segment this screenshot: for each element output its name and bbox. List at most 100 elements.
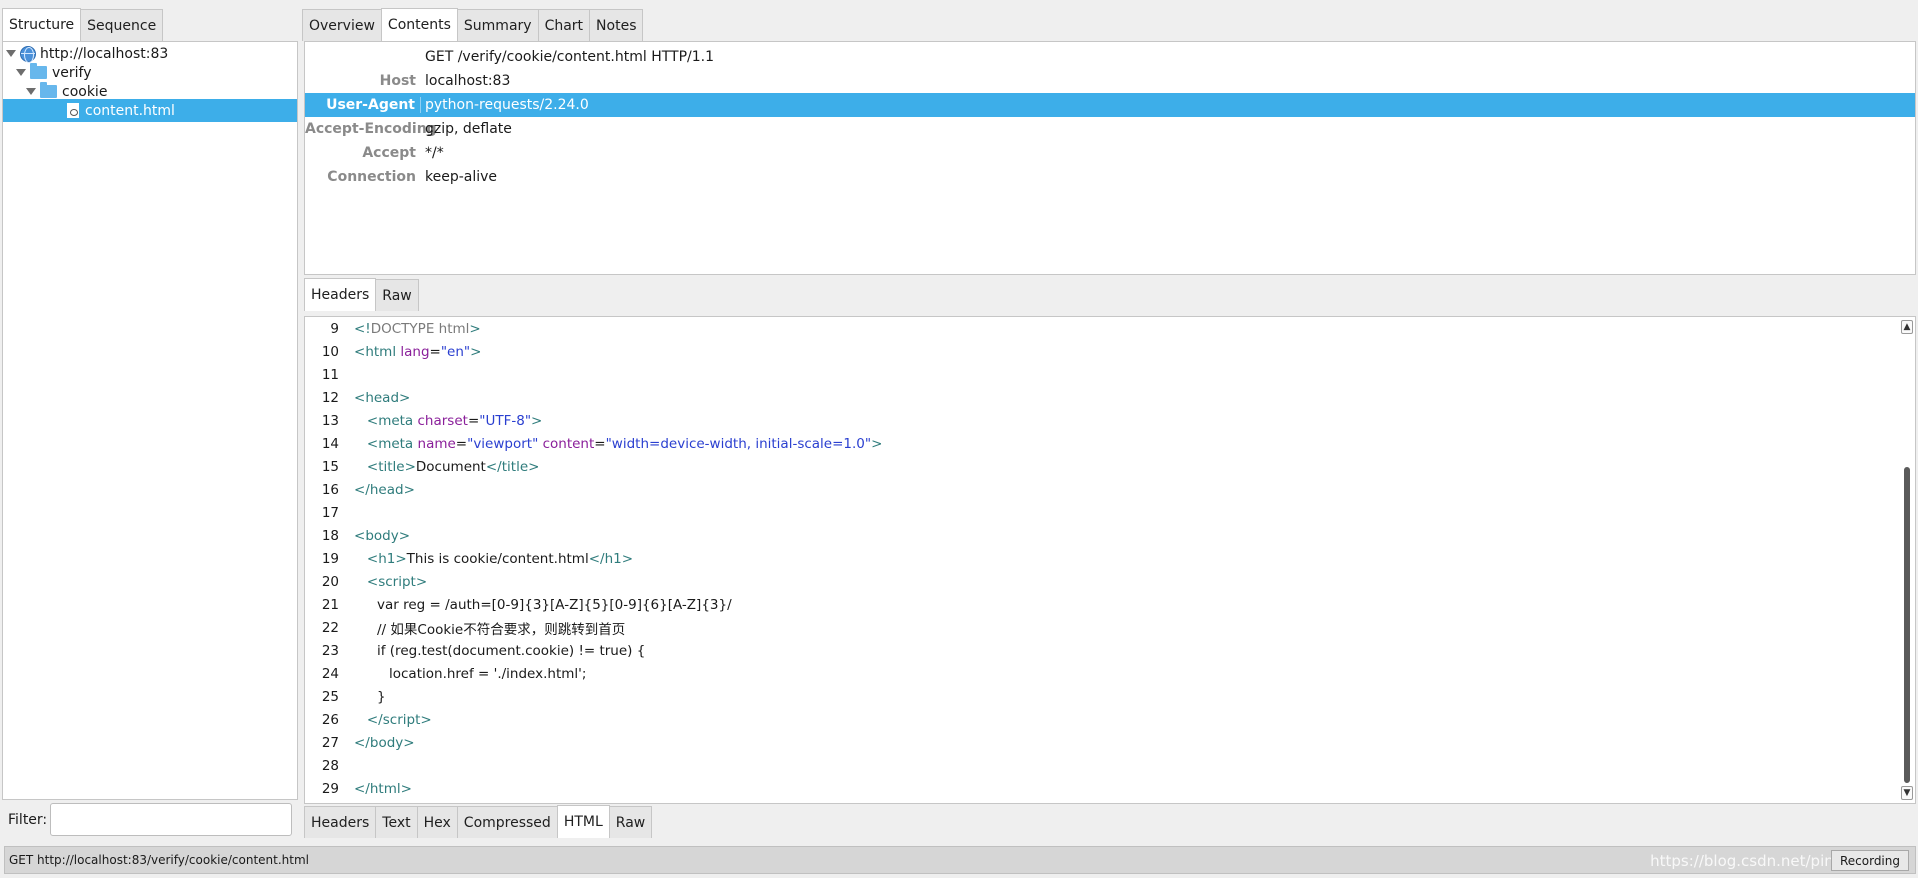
line-number: 27	[321, 734, 339, 751]
recording-button[interactable]: Recording	[1830, 850, 1909, 871]
tab-response-compressed[interactable]: Compressed	[456, 806, 558, 838]
line-number: 9	[330, 320, 339, 337]
request-headers-table[interactable]: GET /verify/cookie/content.html HTTP/1.1…	[304, 41, 1916, 275]
header-row[interactable]: Connection keep-alive	[305, 165, 1915, 189]
line-number: 22	[321, 619, 339, 636]
tab-request-raw[interactable]: Raw	[375, 279, 419, 311]
request-line-row[interactable]: GET /verify/cookie/content.html HTTP/1.1	[305, 45, 1915, 69]
code-line: 24 location.href = './index.html';	[305, 662, 587, 685]
code-line: 19 <h1>This is cookie/content.html</h1>	[305, 547, 633, 570]
line-number: 25	[321, 688, 339, 705]
status-bar: GET http://localhost:83/verify/cookie/co…	[4, 846, 1916, 874]
code-line: 14 <meta name="viewport" content="width=…	[305, 432, 883, 455]
header-value: */*	[425, 145, 444, 161]
code-line: 18 <body>	[305, 524, 410, 547]
tab-overview[interactable]: Overview	[302, 9, 382, 41]
tab-response-headers[interactable]: Headers	[304, 806, 377, 838]
line-number: 29	[321, 780, 339, 797]
scroll-up-icon[interactable]: ▲	[1901, 320, 1913, 334]
code-line: 17	[305, 501, 339, 524]
file-icon	[67, 103, 79, 118]
line-number: 28	[321, 757, 339, 774]
line-number: 10	[321, 343, 339, 360]
code-line: 25 }	[305, 685, 386, 708]
response-view-tabbar: Headers Text Hex Compressed HTML Raw	[304, 805, 653, 838]
tab-chart[interactable]: Chart	[537, 9, 591, 41]
tree-item-content-html[interactable]: content.html	[3, 99, 297, 122]
code-line: 28	[305, 754, 339, 777]
line-number: 21	[321, 596, 339, 613]
header-value: localhost:83	[425, 73, 511, 89]
code-line: 11	[305, 363, 339, 386]
folder-icon	[40, 82, 57, 98]
line-number: 12	[321, 389, 339, 406]
header-row[interactable]: Host localhost:83	[305, 69, 1915, 93]
tab-response-hex[interactable]: Hex	[416, 806, 458, 838]
tab-notes[interactable]: Notes	[589, 9, 644, 41]
header-value: python-requests/2.24.0	[425, 97, 589, 113]
line-number: 16	[321, 481, 339, 498]
left-tabbar: Structure Sequence	[2, 8, 164, 41]
code-line: 13 <meta charset="UTF-8">	[305, 409, 543, 432]
tree-item-label: http://localhost:83	[40, 45, 169, 62]
code-line: 12 <head>	[305, 386, 411, 409]
code-line: 16 </head>	[305, 478, 415, 501]
request-line: GET /verify/cookie/content.html HTTP/1.1	[425, 49, 714, 65]
line-number: 14	[321, 435, 339, 452]
code-line: 27 </body>	[305, 731, 415, 754]
line-number: 15	[321, 458, 339, 475]
header-row[interactable]: Accept-Encoding gzip, deflate	[305, 117, 1915, 141]
code-line: 26 </script>	[305, 708, 432, 731]
right-tabbar: Overview Contents Summary Chart Notes	[302, 8, 644, 41]
header-row[interactable]: Accept */*	[305, 141, 1915, 165]
line-number: 18	[321, 527, 339, 544]
header-name: Connection	[327, 169, 416, 185]
tab-summary[interactable]: Summary	[456, 9, 539, 41]
line-number: 19	[321, 550, 339, 567]
line-number: 13	[321, 412, 339, 429]
tab-contents[interactable]: Contents	[380, 8, 458, 41]
tab-response-html[interactable]: HTML	[556, 805, 610, 838]
line-number: 26	[321, 711, 339, 728]
tree-item-label: verify	[52, 64, 92, 81]
header-name: Accept-Encoding	[305, 121, 437, 137]
code-line: 10 <html lang="en">	[305, 340, 482, 363]
line-number: 24	[321, 665, 339, 682]
response-html-view[interactable]: 9 <!DOCTYPE html> 10 <html lang="en"> 11…	[304, 316, 1916, 804]
header-value: keep-alive	[425, 169, 498, 185]
header-name: Host	[379, 73, 416, 89]
code-line: 22 // 如果Cookie不符合要求，则跳转到首页	[305, 616, 625, 639]
code-line: 29 </html>	[305, 777, 412, 800]
filter-label: Filter:	[8, 812, 48, 828]
scrollbar-thumb[interactable]	[1904, 467, 1910, 783]
watermark: https://blog.csdn.net/pine	[1650, 852, 1843, 870]
request-view-tabbar: Headers Raw	[304, 278, 419, 311]
globe-icon	[20, 45, 36, 63]
header-value: gzip, deflate	[425, 121, 512, 137]
tab-response-raw[interactable]: Raw	[608, 806, 653, 838]
header-name: Accept	[362, 145, 416, 161]
code-line: 23 if (reg.test(document.cookie) != true…	[305, 639, 646, 662]
tab-sequence[interactable]: Sequence	[80, 9, 164, 41]
code-line: 20 <script>	[305, 570, 427, 593]
code-line: 15 <title>Document</title>	[305, 455, 540, 478]
code-line: 21 var reg = /auth=[0-9]{3}[A-Z]{5}[0-9]…	[305, 593, 732, 616]
scroll-down-icon[interactable]: ▼	[1901, 786, 1913, 800]
tab-structure[interactable]: Structure	[2, 8, 82, 41]
tab-response-text[interactable]: Text	[375, 806, 418, 838]
line-number: 11	[321, 366, 339, 383]
code-line: 9 <!DOCTYPE html>	[305, 317, 480, 340]
line-number: 23	[321, 642, 339, 659]
structure-tree[interactable]: http://localhost:83 verify cookie conten…	[2, 41, 298, 800]
tree-item-label: content.html	[85, 102, 175, 119]
line-number: 20	[321, 573, 339, 590]
header-row[interactable]: User-Agent python-requests/2.24.0	[305, 93, 1915, 117]
folder-icon	[30, 63, 47, 79]
tree-item-label: cookie	[62, 83, 108, 100]
line-number: 17	[321, 504, 339, 521]
vertical-scrollbar[interactable]: ▲ ▼	[1901, 320, 1913, 800]
filter-input[interactable]	[50, 803, 292, 836]
header-name: User-Agent	[305, 97, 421, 113]
status-text: GET http://localhost:83/verify/cookie/co…	[9, 853, 309, 867]
tab-request-headers[interactable]: Headers	[304, 278, 377, 311]
